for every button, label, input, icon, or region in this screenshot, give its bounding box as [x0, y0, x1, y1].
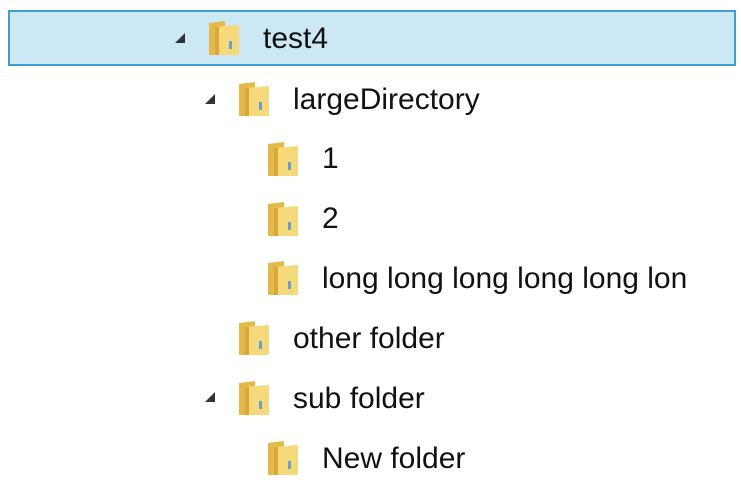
tree-item-label: 1 [322, 142, 339, 175]
folder-icon [237, 379, 271, 417]
tree-item-test4[interactable] [8, 10, 736, 66]
tree-item-label: New folder [322, 442, 466, 475]
tree-item-1[interactable] [0, 131, 741, 189]
folder-icon [237, 80, 271, 118]
tree-item-label: sub folder [293, 382, 425, 415]
folder-icon [237, 319, 271, 357]
tree-item-label: largeDirectory [293, 83, 480, 116]
tree-item-label: other folder [293, 322, 445, 355]
folder-icon [266, 200, 300, 238]
folder-tree: test4 largeDirectory 1 2 long long long … [0, 0, 741, 480]
folder-icon [266, 140, 300, 178]
folder-icon [207, 19, 241, 57]
tree-item-label: 2 [322, 202, 339, 235]
folder-icon [266, 439, 300, 477]
tree-item-label: test4 [263, 22, 329, 55]
tree-item-label: long long long long long lon [322, 262, 688, 295]
tree-item-2[interactable] [0, 190, 741, 248]
folder-icon [266, 259, 300, 297]
